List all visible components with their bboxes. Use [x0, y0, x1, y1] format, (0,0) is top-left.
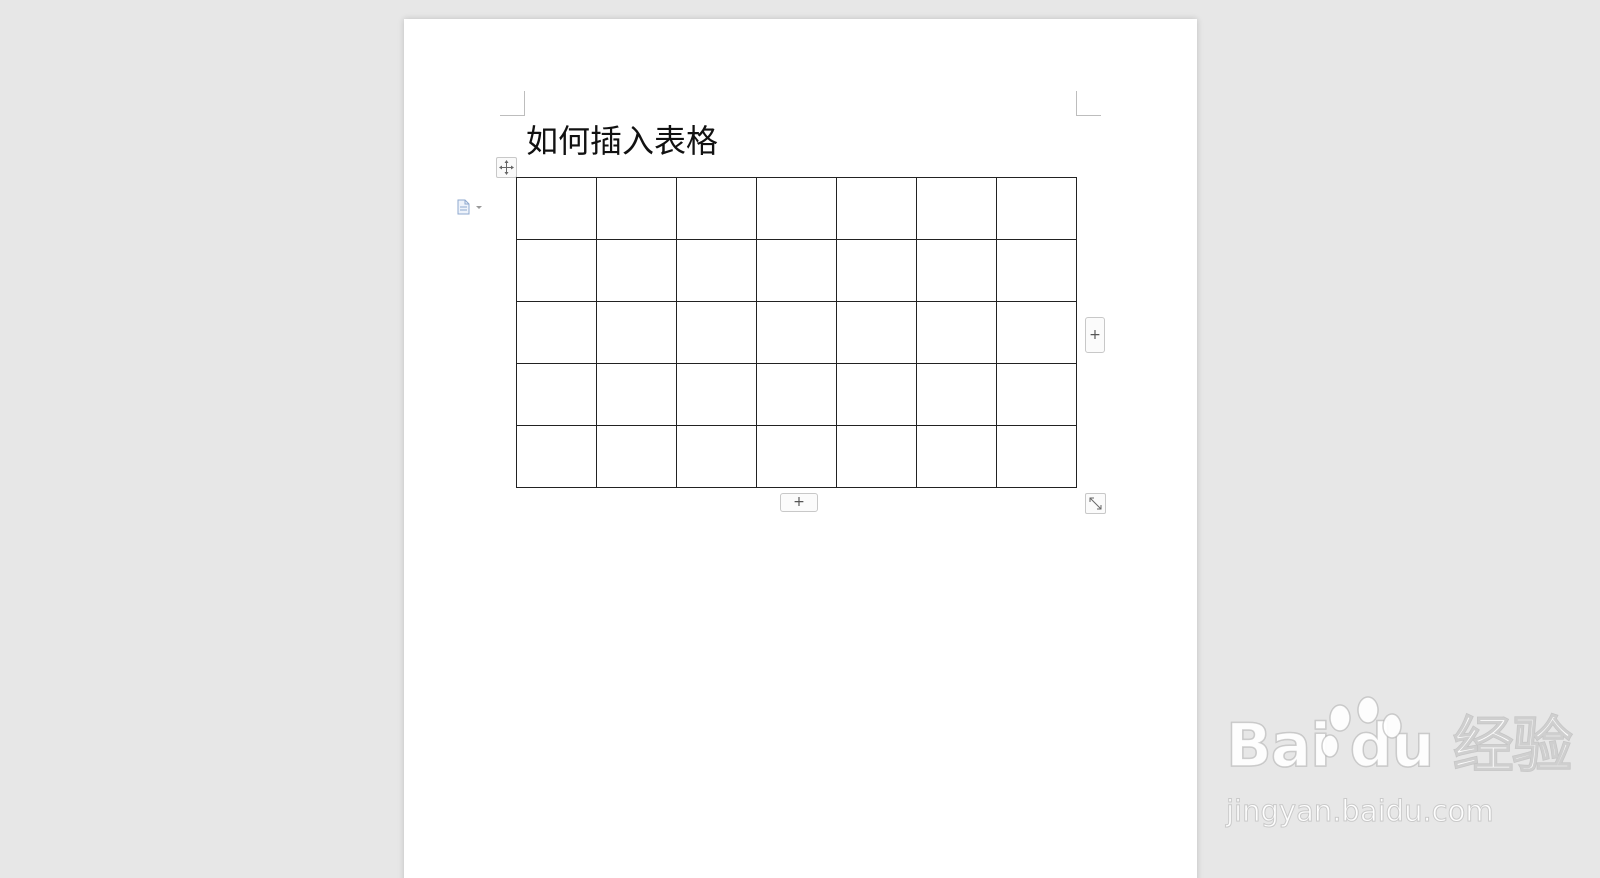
margin-corner-top-left: [500, 91, 525, 116]
paragraph-marker[interactable]: [456, 198, 488, 216]
table-cell[interactable]: [996, 239, 1077, 302]
table-cell[interactable]: [596, 301, 677, 364]
table-row: [516, 177, 1077, 240]
table-cell[interactable]: [916, 425, 997, 488]
watermark-logo-text: Bai du 经验: [1225, 710, 1573, 782]
paw-print-icon: [1321, 696, 1402, 758]
add-row-button[interactable]: +: [780, 493, 818, 512]
table-cell[interactable]: [756, 301, 837, 364]
table-cell[interactable]: [996, 301, 1077, 364]
table-cell[interactable]: [596, 177, 677, 240]
table-cell[interactable]: [516, 177, 597, 240]
table-cell[interactable]: [836, 301, 917, 364]
table-cell[interactable]: [516, 301, 597, 364]
table-row: [516, 301, 1077, 364]
table-cell[interactable]: [836, 177, 917, 240]
add-column-button[interactable]: +: [1085, 317, 1105, 353]
table-cell[interactable]: [996, 425, 1077, 488]
table-cell[interactable]: [516, 363, 597, 426]
table-cell[interactable]: [836, 239, 917, 302]
table-cell[interactable]: [916, 239, 997, 302]
baidu-jingyan-watermark: Bai du 经验 jingyan.baidu.com: [1225, 696, 1573, 856]
move-arrows-icon: [499, 160, 514, 175]
table-move-handle[interactable]: [496, 157, 517, 178]
table-cell[interactable]: [996, 177, 1077, 240]
document-table[interactable]: [516, 177, 1077, 488]
table-row: [516, 239, 1077, 302]
table-cell[interactable]: [676, 301, 757, 364]
margin-corner-top-right: [1076, 91, 1101, 116]
table-cell[interactable]: [596, 363, 677, 426]
table-cell[interactable]: [916, 177, 997, 240]
table-cell[interactable]: [756, 177, 837, 240]
table-cell[interactable]: [596, 239, 677, 302]
table-cell[interactable]: [996, 363, 1077, 426]
table-cell[interactable]: [676, 363, 757, 426]
table-cell[interactable]: [916, 301, 997, 364]
table-cell[interactable]: [676, 239, 757, 302]
table-row: [516, 363, 1077, 426]
document-page[interactable]: 如何插入表格 + +: [404, 19, 1197, 878]
table-cell[interactable]: [756, 239, 837, 302]
table-cell[interactable]: [756, 363, 837, 426]
table-cell[interactable]: [676, 425, 757, 488]
table-cell[interactable]: [676, 177, 757, 240]
table-cell[interactable]: [836, 363, 917, 426]
diagonal-resize-icon: [1089, 497, 1102, 510]
table-resize-handle[interactable]: [1085, 493, 1106, 514]
document-icon: [457, 199, 470, 215]
chevron-down-icon: [476, 206, 482, 209]
table-cell[interactable]: [836, 425, 917, 488]
app-canvas: 如何插入表格 + + Bai du 经验 jingyan.baidu.com: [0, 0, 1600, 878]
table-cell[interactable]: [916, 363, 997, 426]
table-cell[interactable]: [756, 425, 837, 488]
table-cell[interactable]: [516, 425, 597, 488]
table-cell[interactable]: [516, 239, 597, 302]
document-title[interactable]: 如何插入表格: [526, 121, 718, 161]
watermark-url: jingyan.baidu.com: [1226, 794, 1495, 829]
table-row: [516, 425, 1077, 488]
table-cell[interactable]: [596, 425, 677, 488]
